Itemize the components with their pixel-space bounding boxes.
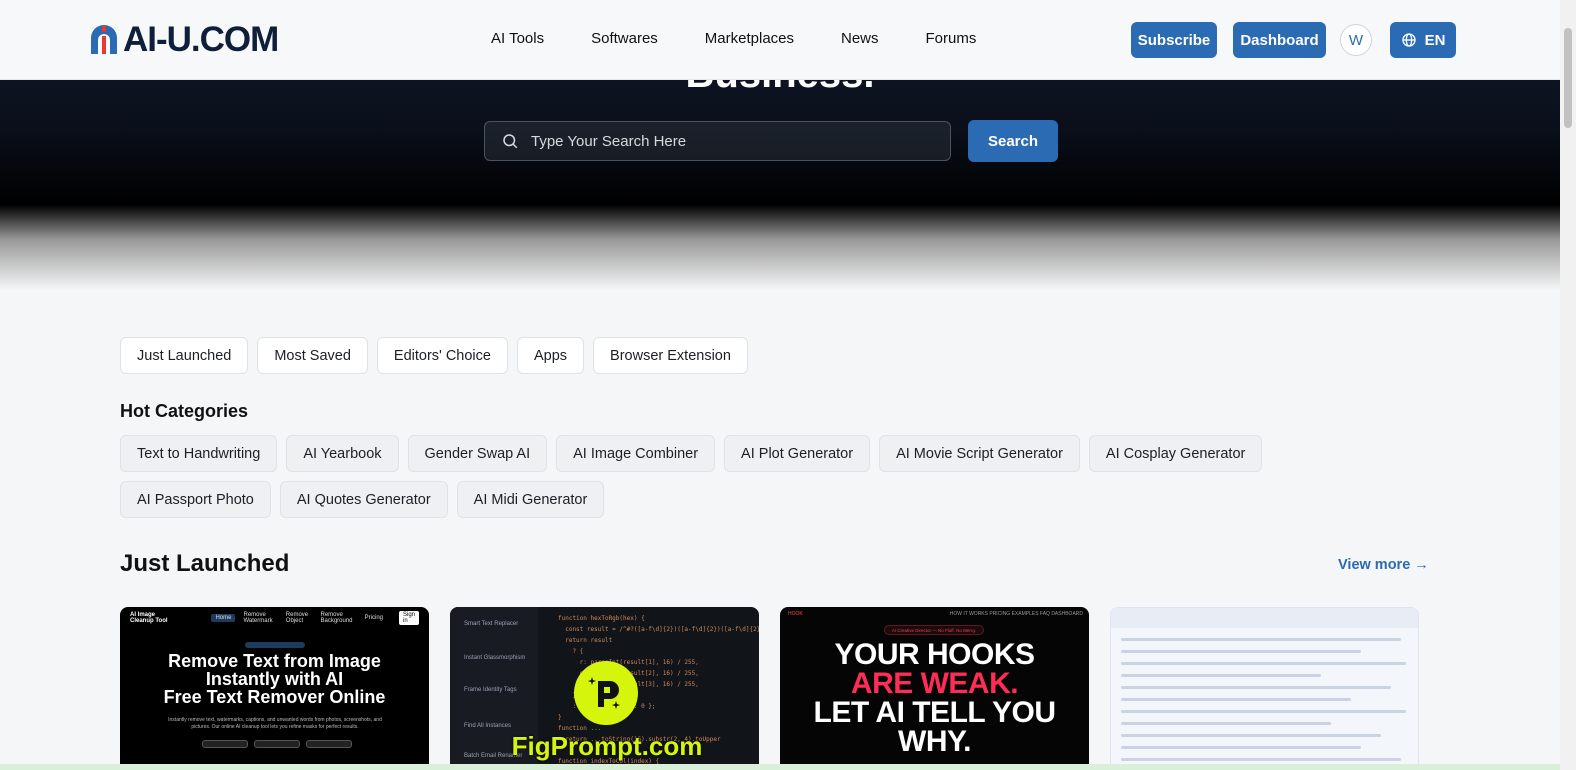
tool-cards: AI Image Cleanup Tool Home Remove Waterm… <box>120 607 1440 770</box>
category-chip[interactable]: AI Passport Photo <box>120 481 271 518</box>
card-row <box>1121 710 1406 713</box>
category-chip[interactable]: AI Quotes Generator <box>279 481 448 518</box>
card-row <box>1121 662 1406 665</box>
tool-card-image-cleanup[interactable]: AI Image Cleanup Tool Home Remove Waterm… <box>120 607 429 770</box>
watermark-logo-icon <box>574 661 638 725</box>
card-signin: Sign in <box>399 611 420 625</box>
tool-card-spreadsheet[interactable] <box>1110 607 1419 770</box>
category-chip[interactable]: AI Movie Script Generator <box>879 435 1080 472</box>
subscribe-button[interactable]: Subscribe <box>1131 22 1217 58</box>
card-mini-buttons <box>202 740 358 748</box>
card-nav-item: Home <box>211 614 236 622</box>
card-headline: Remove Text from Image Instantly with AI… <box>120 652 429 706</box>
card-badge: AI Creative Director — No Fluff. No Merc… <box>884 625 984 635</box>
main-nav: AI Tools Softwares Marketplaces News For… <box>491 30 1023 47</box>
tab-most-saved[interactable]: Most Saved <box>257 337 368 374</box>
card-row <box>1121 758 1401 761</box>
card-row <box>1121 698 1351 701</box>
category-chip[interactable]: AI Yearbook <box>286 435 399 472</box>
card-row <box>1121 746 1361 749</box>
search-box[interactable] <box>484 121 951 161</box>
category-chip[interactable]: AI Image Combiner <box>556 435 716 472</box>
language-label: EN <box>1424 31 1446 49</box>
card-side-item: Smart Text Replacer <box>464 621 519 627</box>
search-button[interactable]: Search <box>968 120 1058 162</box>
card-headline: YOUR HOOKS ARE WEAK. LET AI TELL YOU WHY… <box>780 638 1089 758</box>
hot-categories-list: Text to Handwriting AI Yearbook Gender S… <box>120 435 1430 527</box>
card-row <box>1121 650 1361 653</box>
card-headline-line: LET AI TELL YOU <box>813 696 1056 729</box>
card-row <box>1121 674 1321 677</box>
card-mini-button <box>306 740 352 748</box>
card-nav: HOW IT WORKS PRICING EXAMPLES FAQ DASHBO… <box>949 611 1083 617</box>
globe-icon <box>1401 33 1416 47</box>
card-row <box>1121 734 1381 737</box>
card-headline-line: ARE WEAK. <box>850 667 1019 700</box>
nav-forums[interactable]: Forums <box>926 30 977 47</box>
tab-just-launched[interactable]: Just Launched <box>120 337 249 374</box>
site-logo[interactable]: AI-U.COM <box>89 20 279 60</box>
category-chip[interactable]: Gender Swap AI <box>407 435 548 472</box>
card-nav: AI Image Cleanup Tool Home Remove Waterm… <box>120 607 429 629</box>
dashboard-button[interactable]: Dashboard <box>1233 22 1326 58</box>
card-mini-button <box>202 740 248 748</box>
view-more-link[interactable]: View more → <box>1338 557 1429 573</box>
card-browser-bar <box>1111 608 1418 628</box>
category-chip[interactable]: AI Plot Generator <box>724 435 871 472</box>
nav-softwares[interactable]: Softwares <box>591 30 658 47</box>
filter-tabs: Just Launched Most Saved Editors' Choice… <box>120 337 757 374</box>
page-scrollbar[interactable] <box>1560 0 1576 770</box>
card-headline-line: YOUR HOOKS <box>834 638 1035 671</box>
card-logo: HOOK <box>788 611 803 617</box>
card-row <box>1121 722 1331 725</box>
card-nav-item: Remove Object <box>285 612 309 624</box>
language-selector[interactable]: EN <box>1390 22 1456 58</box>
watermark-text: FigPrompt.com <box>511 731 703 761</box>
nav-marketplaces[interactable]: Marketplaces <box>705 30 794 47</box>
card-nav-item: Remove Background <box>320 612 353 624</box>
search-icon <box>503 134 518 149</box>
logo-text: AI-U.COM <box>123 20 279 59</box>
hot-categories-title: Hot Categories <box>120 401 249 421</box>
category-chip[interactable]: AI Midi Generator <box>456 481 605 518</box>
nav-ai-tools[interactable]: AI Tools <box>491 30 544 47</box>
logo-icon <box>91 25 117 54</box>
tab-browser-extension[interactable]: Browser Extension <box>593 337 748 374</box>
tool-card-hook-analyzer[interactable]: HOOK HOW IT WORKS PRICING EXAMPLES FAQ D… <box>780 607 1089 770</box>
card-nav-item: Pricing <box>364 615 383 621</box>
user-avatar[interactable]: W <box>1340 24 1372 56</box>
card-headline-line: Free Text Remover Online <box>163 687 386 707</box>
card-row <box>1121 686 1391 689</box>
card-headline-line: Instantly with AI <box>205 669 344 689</box>
card-nav-item: Remove Watermark <box>243 612 273 624</box>
just-launched-title: Just Launched <box>120 550 290 577</box>
watermark: FigPrompt.com <box>504 661 710 761</box>
nav-news[interactable]: News <box>841 30 879 47</box>
scrollbar-thumb[interactable] <box>1564 28 1572 128</box>
card-mini-button <box>254 740 300 748</box>
search-input[interactable] <box>531 132 931 150</box>
top-navbar: AI-U.COM AI Tools Softwares Marketplaces… <box>0 0 1560 80</box>
tab-editors-choice[interactable]: Editors' Choice <box>376 337 508 374</box>
category-chip[interactable]: AI Cosplay Generator <box>1088 435 1263 472</box>
card-headline-line: WHY. <box>898 725 972 758</box>
card-pill <box>245 642 305 648</box>
card-subtext: Instantly remove text, watermarks, capti… <box>168 717 382 730</box>
bottom-strip <box>0 764 1560 770</box>
tab-apps[interactable]: Apps <box>516 337 585 374</box>
card-brand: AI Image Cleanup Tool <box>130 612 168 624</box>
card-row <box>1121 638 1401 641</box>
card-headline-line: Remove Text from Image <box>168 651 381 671</box>
category-chip[interactable]: Text to Handwriting <box>120 435 278 472</box>
